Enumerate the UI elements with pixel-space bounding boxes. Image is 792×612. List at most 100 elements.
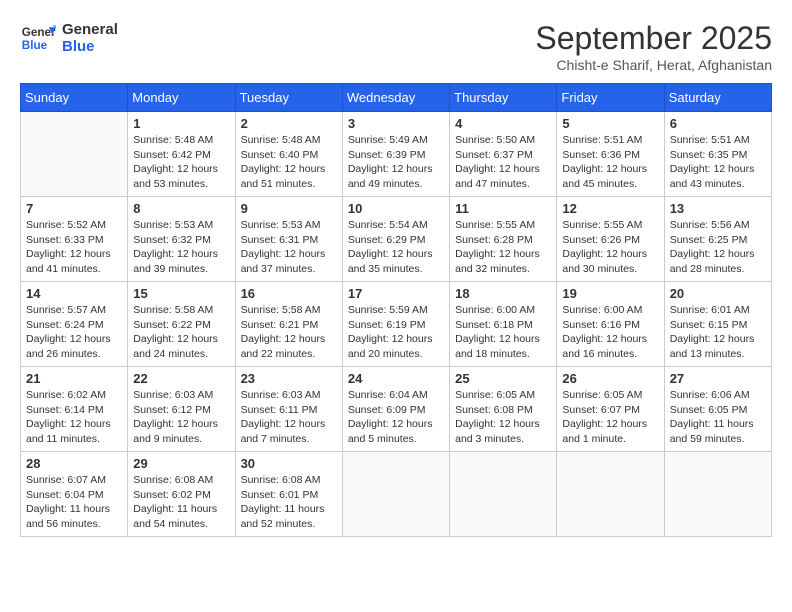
day-number: 4 [455, 116, 551, 131]
calendar-header-row: Sunday Monday Tuesday Wednesday Thursday… [21, 84, 772, 112]
calendar-cell: 28 Sunrise: 6:07 AMSunset: 6:04 PMDayligh… [21, 452, 128, 537]
day-info: Sunrise: 5:58 AMSunset: 6:22 PMDaylight:… [133, 303, 229, 362]
header-tuesday: Tuesday [235, 84, 342, 112]
calendar-row: 28 Sunrise: 6:07 AMSunset: 6:04 PMDayligh… [21, 452, 772, 537]
calendar-cell: 6 Sunrise: 5:51 AMSunset: 6:35 PMDaylight… [664, 112, 771, 197]
header-thursday: Thursday [450, 84, 557, 112]
day-number: 9 [241, 201, 337, 216]
day-info: Sunrise: 6:08 AMSunset: 6:02 PMDaylight:… [133, 473, 229, 532]
calendar-cell: 10 Sunrise: 5:54 AMSunset: 6:29 PMDayligh… [342, 197, 449, 282]
day-info: Sunrise: 5:48 AMSunset: 6:42 PMDaylight:… [133, 133, 229, 192]
day-info: Sunrise: 6:07 AMSunset: 6:04 PMDaylight:… [26, 473, 122, 532]
day-number: 22 [133, 371, 229, 386]
svg-text:Blue: Blue [22, 39, 48, 52]
calendar-cell: 13 Sunrise: 5:56 AMSunset: 6:25 PMDayligh… [664, 197, 771, 282]
day-info: Sunrise: 5:52 AMSunset: 6:33 PMDaylight:… [26, 218, 122, 277]
day-number: 11 [455, 201, 551, 216]
day-info: Sunrise: 6:00 AMSunset: 6:18 PMDaylight:… [455, 303, 551, 362]
day-info: Sunrise: 5:57 AMSunset: 6:24 PMDaylight:… [26, 303, 122, 362]
calendar-cell: 2Sunrise: 5:48 AMSunset: 6:40 PMDaylight… [235, 112, 342, 197]
calendar-cell: 1 Sunrise: 5:48 AMSunset: 6:42 PMDaylight… [128, 112, 235, 197]
day-number: 3 [348, 116, 444, 131]
day-info: Sunrise: 5:59 AMSunset: 6:19 PMDaylight:… [348, 303, 444, 362]
day-number: 7 [26, 201, 122, 216]
logo: General Blue General Blue [20, 20, 118, 56]
calendar-cell: 11 Sunrise: 5:55 AMSunset: 6:28 PMDayligh… [450, 197, 557, 282]
day-number: 30 [241, 456, 337, 471]
calendar-cell: 17 Sunrise: 5:59 AMSunset: 6:19 PMDayligh… [342, 282, 449, 367]
day-info: Sunrise: 5:55 AMSunset: 6:28 PMDaylight:… [455, 218, 551, 277]
day-info: Sunrise: 5:51 AMSunset: 6:35 PMDaylight:… [670, 133, 766, 192]
location-subtitle: Chisht-e Sharif, Herat, Afghanistan [535, 57, 772, 73]
header-friday: Friday [557, 84, 664, 112]
calendar-cell: 22 Sunrise: 6:03 AMSunset: 6:12 PMDayligh… [128, 367, 235, 452]
calendar-cell: 15 Sunrise: 5:58 AMSunset: 6:22 PMDayligh… [128, 282, 235, 367]
day-info: Sunrise: 5:55 AMSunset: 6:26 PMDaylight:… [562, 218, 658, 277]
calendar-cell: 29 Sunrise: 6:08 AMSunset: 6:02 PMDayligh… [128, 452, 235, 537]
day-info: Sunrise: 5:56 AMSunset: 6:25 PMDaylight:… [670, 218, 766, 277]
day-number: 5 [562, 116, 658, 131]
day-info: Sunrise: 5:49 AMSunset: 6:39 PMDaylight:… [348, 133, 444, 192]
day-number: 17 [348, 286, 444, 301]
day-number: 27 [670, 371, 766, 386]
day-number: 6 [670, 116, 766, 131]
day-info: Sunrise: 6:01 AMSunset: 6:15 PMDaylight:… [670, 303, 766, 362]
day-number: 21 [26, 371, 122, 386]
logo-icon: General Blue [20, 20, 56, 56]
day-number: 26 [562, 371, 658, 386]
calendar-cell: 23 Sunrise: 6:03 AMSunset: 6:11 PMDayligh… [235, 367, 342, 452]
calendar-cell [450, 452, 557, 537]
calendar-cell [664, 452, 771, 537]
day-number: 8 [133, 201, 229, 216]
day-number: 25 [455, 371, 551, 386]
calendar-cell: 20Sunrise: 6:01 AMSunset: 6:15 PMDayligh… [664, 282, 771, 367]
day-info: Sunrise: 6:02 AMSunset: 6:14 PMDaylight:… [26, 388, 122, 447]
calendar-cell: 27 Sunrise: 6:06 AMSunset: 6:05 PMDayligh… [664, 367, 771, 452]
day-info: Sunrise: 5:53 AMSunset: 6:32 PMDaylight:… [133, 218, 229, 277]
calendar-row: 1 Sunrise: 5:48 AMSunset: 6:42 PMDaylight… [21, 112, 772, 197]
header-monday: Monday [128, 84, 235, 112]
calendar-table: Sunday Monday Tuesday Wednesday Thursday… [20, 83, 772, 537]
day-info: Sunrise: 6:03 AMSunset: 6:11 PMDaylight:… [241, 388, 337, 447]
logo-line2: Blue [62, 38, 118, 55]
day-number: 13 [670, 201, 766, 216]
calendar-cell: 7 Sunrise: 5:52 AMSunset: 6:33 PMDaylight… [21, 197, 128, 282]
day-info: Sunrise: 6:03 AMSunset: 6:12 PMDaylight:… [133, 388, 229, 447]
calendar-row: 7 Sunrise: 5:52 AMSunset: 6:33 PMDaylight… [21, 197, 772, 282]
day-number: 12 [562, 201, 658, 216]
day-number: 10 [348, 201, 444, 216]
day-info: Sunrise: 6:05 AMSunset: 6:07 PMDaylight:… [562, 388, 658, 447]
calendar-cell: 4Sunrise: 5:50 AMSunset: 6:37 PMDaylight… [450, 112, 557, 197]
day-info: Sunrise: 6:06 AMSunset: 6:05 PMDaylight:… [670, 388, 766, 447]
calendar-cell [557, 452, 664, 537]
header-sunday: Sunday [21, 84, 128, 112]
header-wednesday: Wednesday [342, 84, 449, 112]
day-info: Sunrise: 5:54 AMSunset: 6:29 PMDaylight:… [348, 218, 444, 277]
day-info: Sunrise: 6:04 AMSunset: 6:09 PMDaylight:… [348, 388, 444, 447]
day-info: Sunrise: 5:53 AMSunset: 6:31 PMDaylight:… [241, 218, 337, 277]
calendar-cell: 26 Sunrise: 6:05 AMSunset: 6:07 PMDayligh… [557, 367, 664, 452]
day-number: 28 [26, 456, 122, 471]
day-number: 1 [133, 116, 229, 131]
day-number: 15 [133, 286, 229, 301]
logo-line1: General [62, 21, 118, 38]
calendar-cell: 18Sunrise: 6:00 AMSunset: 6:18 PMDayligh… [450, 282, 557, 367]
day-number: 24 [348, 371, 444, 386]
day-number: 14 [26, 286, 122, 301]
day-info: Sunrise: 6:00 AMSunset: 6:16 PMDaylight:… [562, 303, 658, 362]
calendar-cell: 19 Sunrise: 6:00 AMSunset: 6:16 PMDayligh… [557, 282, 664, 367]
calendar-cell: 12 Sunrise: 5:55 AMSunset: 6:26 PMDayligh… [557, 197, 664, 282]
calendar-cell [21, 112, 128, 197]
header-saturday: Saturday [664, 84, 771, 112]
day-number: 29 [133, 456, 229, 471]
day-info: Sunrise: 5:58 AMSunset: 6:21 PMDaylight:… [241, 303, 337, 362]
calendar-row: 21 Sunrise: 6:02 AMSunset: 6:14 PMDayligh… [21, 367, 772, 452]
day-number: 16 [241, 286, 337, 301]
calendar-cell: 16 Sunrise: 5:58 AMSunset: 6:21 PMDayligh… [235, 282, 342, 367]
calendar-cell [342, 452, 449, 537]
calendar-cell: 8 Sunrise: 5:53 AMSunset: 6:32 PMDaylight… [128, 197, 235, 282]
day-number: 19 [562, 286, 658, 301]
day-info: Sunrise: 6:05 AMSunset: 6:08 PMDaylight:… [455, 388, 551, 447]
day-number: 23 [241, 371, 337, 386]
calendar-cell: 9 Sunrise: 5:53 AMSunset: 6:31 PMDaylight… [235, 197, 342, 282]
